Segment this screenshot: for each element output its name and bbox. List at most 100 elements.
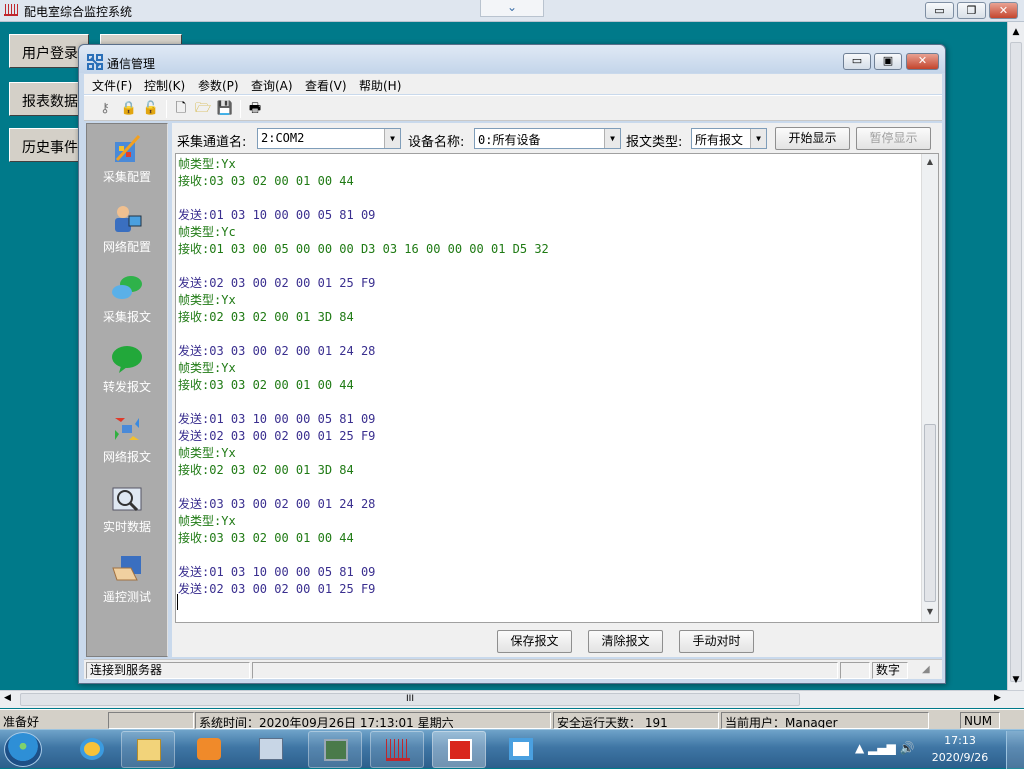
msg-type-select[interactable]: 所有报文 ▼	[691, 128, 767, 149]
save-icon[interactable]: 💾	[216, 100, 234, 118]
chevron-down-icon[interactable]: ▼	[604, 129, 620, 148]
child-close-button[interactable]: ✕	[906, 53, 939, 70]
scroll-down-icon[interactable]: ▼	[922, 604, 938, 620]
main-close-button[interactable]: ✕	[989, 2, 1018, 19]
menu-view[interactable]: 查看(V)	[305, 77, 347, 94]
nav-label: 网络报文	[102, 450, 151, 464]
log-line: 接收:03 03 02 00 01 00 44	[178, 378, 354, 392]
keyboard-pc-icon[interactable]	[244, 731, 298, 768]
main-statusbar: 准备好 系统时间：2020年09月26日 17:13:01 星期六 安全运行天数…	[0, 709, 1024, 729]
menu-file[interactable]: 文件(F)	[92, 77, 132, 94]
horizontal-scroll-thumb[interactable]: III	[20, 693, 800, 706]
log-line: 帧类型:Yx	[178, 293, 236, 307]
log-line: 帧类型:Yx	[178, 514, 236, 528]
nav-network-message[interactable]: 网络报文	[87, 408, 167, 478]
start-display-button[interactable]: 开始显示	[775, 127, 850, 150]
scroll-down-icon[interactable]: ▼	[1008, 672, 1024, 688]
media-player-icon[interactable]	[182, 731, 236, 768]
scroll-left-icon[interactable]: ◀	[4, 693, 11, 703]
nav-collect-message[interactable]: 采集报文	[87, 268, 167, 338]
nav-label: 遥控测试	[102, 590, 151, 604]
explorer-icon[interactable]	[121, 731, 175, 768]
nav-realtime-data[interactable]: 实时数据	[87, 478, 167, 548]
menubar: 文件(F) 控制(K) 参数(P) 查询(A) 查看(V) 帮助(H)	[84, 74, 942, 94]
nav-label: 网络配置	[102, 240, 151, 254]
system-tray-icons[interactable]: ▲ ▂▄▆ 🔊	[855, 741, 914, 755]
log-vertical-scrollbar[interactable]: ▲ ▼	[921, 154, 938, 622]
main-horizontal-scrollbar[interactable]: ◀ III ▶	[0, 690, 1024, 708]
toolbar: ⚷ 🔒 🔓 🗋 🗁 💾 🖶	[84, 95, 942, 121]
menu-help[interactable]: 帮助(H)	[359, 77, 401, 94]
menu-control[interactable]: 控制(K)	[144, 77, 185, 94]
report-data-button[interactable]: 报表数据	[9, 82, 89, 116]
scroll-up-icon[interactable]: ▲	[922, 154, 938, 170]
log-lines: 帧类型:Yx 接收:03 03 02 00 01 00 44 发送:01 03 10…	[178, 156, 918, 598]
start-button-icon[interactable]	[4, 732, 42, 767]
network-device-icon[interactable]	[308, 731, 362, 768]
main-minimize-button[interactable]: ▭	[925, 2, 954, 19]
log-line: 接收:03 03 02 00 01 00 44	[178, 531, 354, 545]
print-icon[interactable]: 🖶	[246, 100, 264, 118]
scroll-thumb[interactable]	[1010, 42, 1022, 682]
unlock-icon[interactable]: 🔓	[142, 100, 160, 118]
nav-label: 采集配置	[102, 170, 151, 184]
nav-network-config[interactable]: 网络配置	[87, 198, 167, 268]
taskbar-clock[interactable]: 17:13 2020/9/26	[920, 732, 1000, 766]
ie-icon[interactable]	[65, 731, 119, 768]
collect-config-icon	[115, 134, 141, 162]
main-restore-button[interactable]: ❐	[957, 2, 986, 19]
log-line: 帧类型:Yx	[178, 361, 236, 375]
device-select[interactable]: 0:所有设备 ▼	[474, 128, 621, 149]
key-icon[interactable]: ⚷	[96, 100, 114, 118]
main-vertical-scrollbar[interactable]: ▲ ▼	[1007, 22, 1024, 690]
log-line: 发送:01 03 10 00 00 05 81 09	[178, 412, 376, 426]
chevron-down-icon[interactable]: ⌄	[480, 0, 544, 17]
resize-grip-icon[interactable]: ◢	[922, 664, 930, 675]
status-ready: 准备好	[3, 715, 40, 729]
monitor-app-icon[interactable]	[370, 731, 424, 768]
child-window-title: 通信管理	[107, 57, 156, 71]
log-line: 接收:01 03 00 05 00 00 00 D3 03 16 00 00 0…	[178, 242, 549, 256]
history-events-button[interactable]: 历史事件	[9, 128, 89, 162]
nav-forward-message[interactable]: 转发报文	[87, 338, 167, 408]
nav-remote-control[interactable]: 遥控测试	[87, 548, 167, 618]
menu-query[interactable]: 查询(A)	[251, 77, 293, 94]
taskbar: ▲ ▂▄▆ 🔊	[0, 729, 1024, 769]
lock-icon[interactable]: 🔒	[120, 100, 138, 118]
user-login-button[interactable]: 用户登录	[9, 34, 89, 68]
msg-type-value: 所有报文	[695, 133, 744, 147]
new-file-icon[interactable]: 🗋	[172, 100, 190, 118]
scroll-up-icon[interactable]: ▲	[1008, 24, 1024, 40]
child-statusbar: 连接到服务器 数字 ◢	[84, 659, 942, 679]
menu-params[interactable]: 参数(P)	[198, 77, 239, 94]
message-log[interactable]: 帧类型:Yx 接收:03 03 02 00 01 00 44 发送:01 03 10…	[175, 153, 939, 623]
pause-display-button[interactable]: 暂停显示	[856, 127, 931, 150]
log-scroll-thumb[interactable]	[924, 424, 936, 602]
comm-manager-icon[interactable]	[494, 731, 548, 768]
nav-collect-config[interactable]: 采集配置	[87, 128, 167, 198]
chevron-down-icon[interactable]: ▼	[750, 129, 766, 148]
child-restore-button[interactable]: ▣	[874, 53, 902, 70]
save-message-button[interactable]: 保存报文	[497, 630, 572, 653]
channel-select[interactable]: 2:COM2 ▼	[257, 128, 401, 149]
manual-time-sync-button[interactable]: 手动对时	[679, 630, 754, 653]
status-numlock: NUM	[960, 712, 1000, 729]
clear-message-button[interactable]: 清除报文	[588, 630, 663, 653]
nav-label: 转发报文	[102, 380, 151, 394]
log-line: 发送:01 03 10 00 00 05 81 09	[178, 565, 376, 579]
status-current-user: 当前用户：Manager	[721, 712, 929, 729]
red-app-icon[interactable]	[432, 731, 486, 768]
chevron-down-icon[interactable]: ▼	[384, 129, 400, 148]
comm-manager-window: 通信管理 ▭ ▣ ✕ 文件(F) 控制(K) 参数(P) 查询(A) 查看(V)…	[78, 44, 946, 684]
log-line: 发送:02 03 00 02 00 01 25 F9	[178, 429, 376, 443]
scroll-right-icon[interactable]: ▶	[994, 693, 1001, 703]
child-minimize-button[interactable]: ▭	[843, 53, 871, 70]
open-folder-icon[interactable]: 🗁	[194, 100, 212, 118]
show-desktop-button[interactable]	[1006, 731, 1024, 769]
clock-time: 17:13	[944, 734, 976, 747]
status-system-time: 系统时间：2020年09月26日 17:13:01 星期六	[195, 712, 551, 729]
